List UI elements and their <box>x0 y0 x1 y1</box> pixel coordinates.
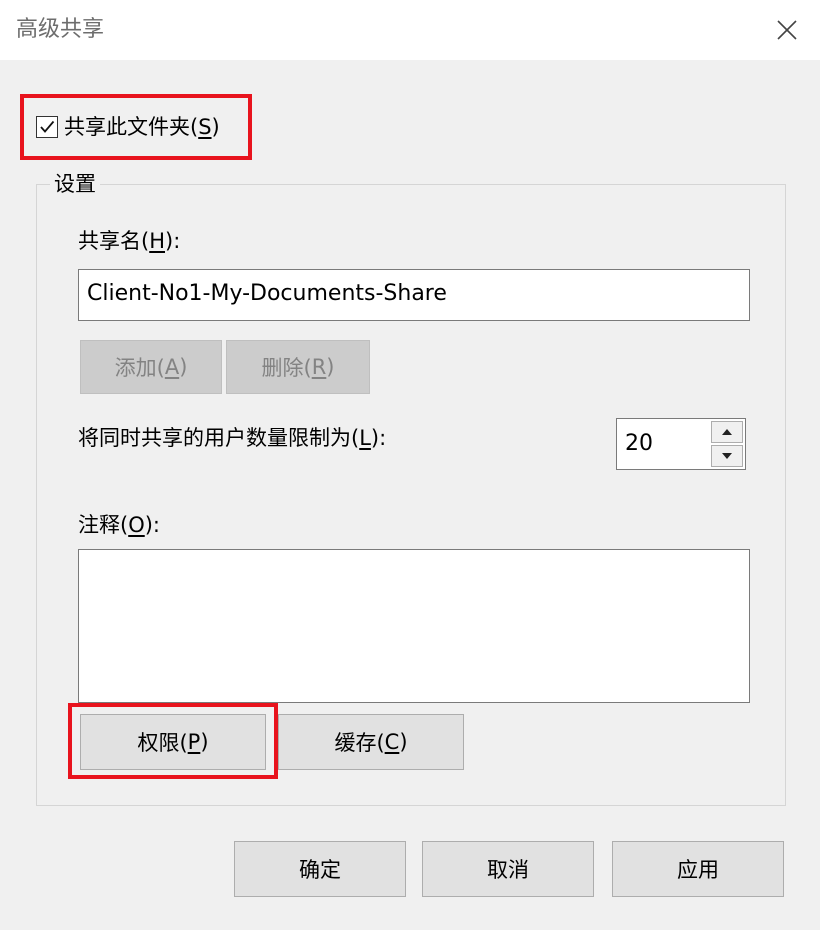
spinner-down-button[interactable] <box>711 445 743 467</box>
remove-button[interactable]: 删除(R) <box>226 340 370 394</box>
close-button[interactable] <box>764 8 810 52</box>
checkmark-icon <box>40 120 55 133</box>
share-folder-label: 共享此文件夹(S) <box>64 115 220 139</box>
user-limit-label: 将同时共享的用户数量限制为(L): <box>78 426 387 450</box>
arrow-down-icon <box>722 453 732 459</box>
user-limit-value[interactable]: 20 <box>625 419 653 469</box>
comment-label: 注释(O): <box>78 513 161 537</box>
arrow-up-icon <box>722 429 732 435</box>
apply-button[interactable]: 应用 <box>612 841 784 897</box>
share-name-input[interactable]: Client-No1-My-Documents-Share <box>78 269 750 321</box>
spinner-up-button[interactable] <box>711 421 743 443</box>
caching-button[interactable]: 缓存(C) <box>278 714 464 770</box>
comment-textarea[interactable] <box>78 549 750 703</box>
checkbox-box[interactable] <box>36 116 58 138</box>
share-name-label: 共享名(H): <box>78 229 181 253</box>
title-bar: 高级共享 <box>0 0 820 60</box>
close-icon <box>777 20 797 40</box>
settings-legend: 设置 <box>50 170 100 198</box>
spinner-arrows <box>711 421 743 467</box>
share-folder-checkbox[interactable]: 共享此文件夹(S) <box>36 110 220 144</box>
permissions-button[interactable]: 权限(P) <box>80 714 266 770</box>
window-title: 高级共享 <box>16 17 105 42</box>
add-button[interactable]: 添加(A) <box>80 340 222 394</box>
ok-button[interactable]: 确定 <box>234 841 406 897</box>
user-limit-spinner[interactable]: 20 <box>616 418 746 470</box>
cancel-button[interactable]: 取消 <box>422 841 594 897</box>
